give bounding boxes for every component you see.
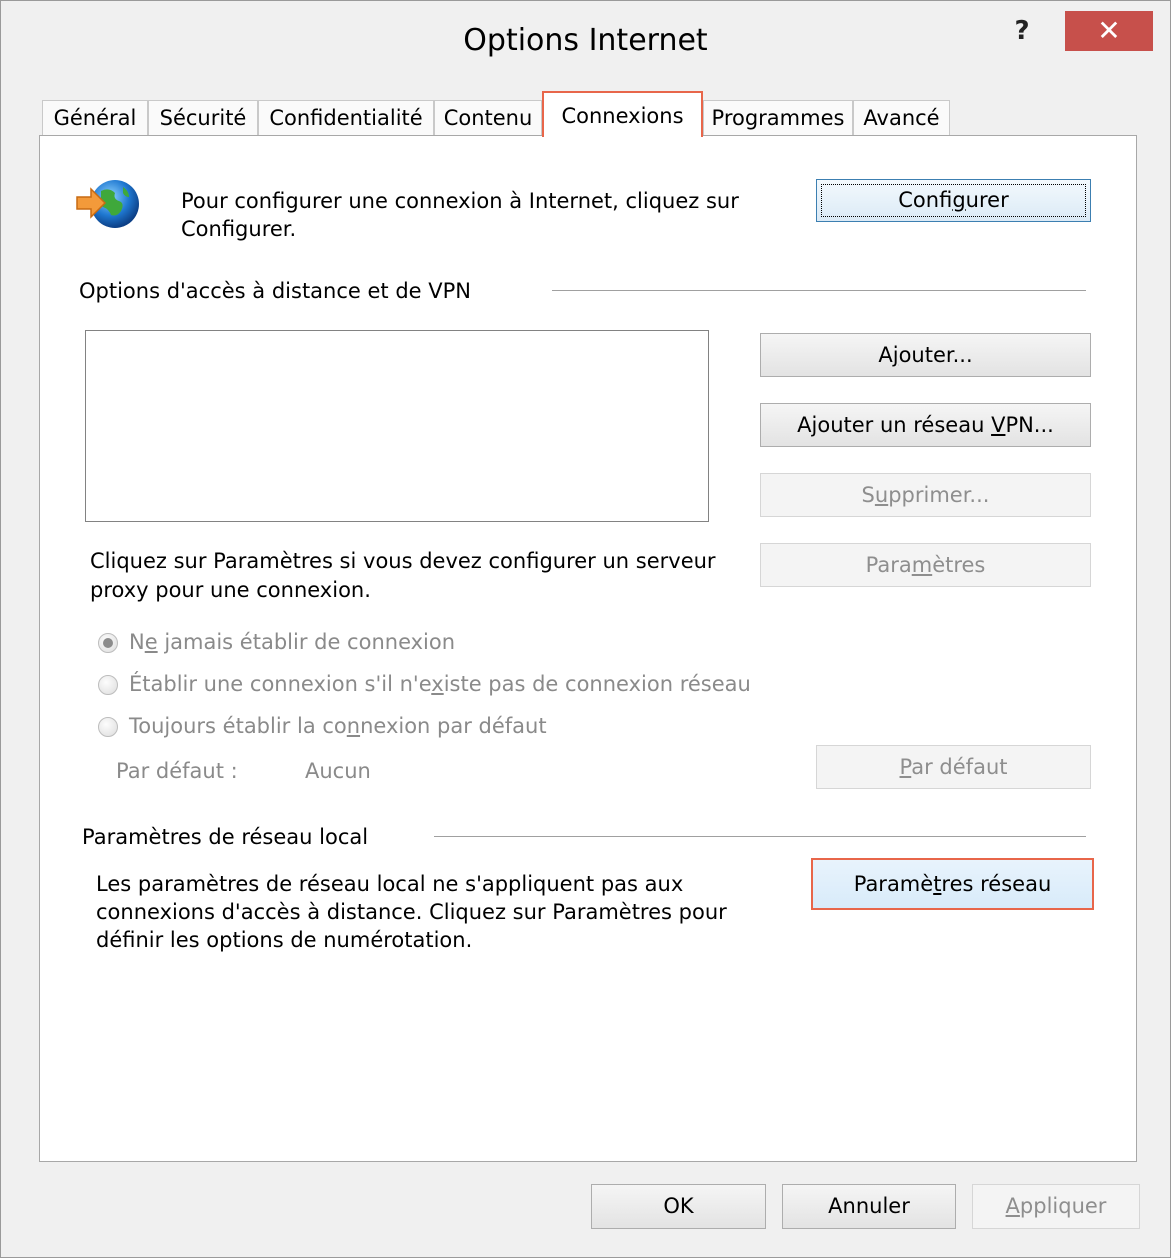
radio-selected-icon[interactable]: [98, 633, 118, 653]
radio-empty-icon[interactable]: [98, 717, 118, 737]
tab-security[interactable]: Sécurité: [148, 100, 258, 135]
lan-divider: [434, 836, 1086, 837]
tab-advanced[interactable]: Avancé: [853, 100, 950, 135]
radio-always-dial-label[interactable]: Toujours établir la connexion par défaut: [129, 712, 547, 741]
lan-text-line1: Les paramètres de réseau local ne s'appl…: [96, 872, 684, 896]
set-default-button[interactable]: Par défaut: [816, 745, 1091, 789]
close-button[interactable]: ✕: [1065, 11, 1153, 51]
window-title: Options Internet: [463, 23, 708, 58]
tab-connections[interactable]: Connexions: [542, 91, 703, 137]
add-button[interactable]: Ajouter...: [760, 333, 1091, 377]
settings-button[interactable]: Paramètres: [760, 543, 1091, 587]
radio-never-dial-label[interactable]: Ne jamais établir de connexion: [129, 628, 455, 657]
lan-heading: Paramètres de réseau local: [82, 825, 369, 849]
title-bar: Options Internet ? ✕: [1, 1, 1170, 89]
radio-dial-when-no-network-label[interactable]: Établir une connexion s'il n'existe pas …: [129, 670, 751, 699]
globe-with-arrow-icon: [76, 180, 139, 228]
tab-general[interactable]: Général: [42, 100, 148, 135]
help-button[interactable]: ?: [997, 11, 1047, 51]
radio-empty-icon[interactable]: [98, 675, 118, 695]
dialup-heading: Options d'accès à distance et de VPN: [79, 279, 471, 303]
proxy-text-line2: proxy pour une connexion.: [90, 578, 371, 602]
lan-text-line2: connexions d'accès à distance. Cliquez s…: [96, 900, 727, 924]
tab-content[interactable]: Contenu: [434, 100, 542, 135]
setup-text-line2: Configurer.: [181, 217, 297, 241]
setup-text-line1: Pour configurer une connexion à Internet…: [181, 189, 739, 213]
add-vpn-button[interactable]: Ajouter un réseau VPN...: [760, 403, 1091, 447]
dialup-divider: [552, 290, 1086, 291]
proxy-text-line1: Cliquez sur Paramètres si vous devez con…: [90, 549, 716, 573]
tab-programs[interactable]: Programmes: [703, 100, 853, 135]
lan-text-line3: définir les options de numérotation.: [96, 928, 473, 952]
connections-listbox[interactable]: [85, 330, 709, 522]
default-label: Par défaut :: [116, 759, 238, 783]
cancel-button[interactable]: Annuler: [782, 1184, 956, 1229]
apply-button[interactable]: Appliquer: [972, 1184, 1140, 1229]
setup-button[interactable]: Configurer: [816, 179, 1091, 222]
options-internet-dialog: Options Internet ? ✕ Général Sécurité Co…: [0, 0, 1171, 1258]
remove-button[interactable]: Supprimer...: [760, 473, 1091, 517]
ok-button[interactable]: OK: [591, 1184, 766, 1229]
tab-privacy[interactable]: Confidentialité: [258, 100, 434, 135]
lan-settings-button[interactable]: Paramètres réseau: [811, 858, 1094, 910]
default-value: Aucun: [305, 759, 371, 783]
